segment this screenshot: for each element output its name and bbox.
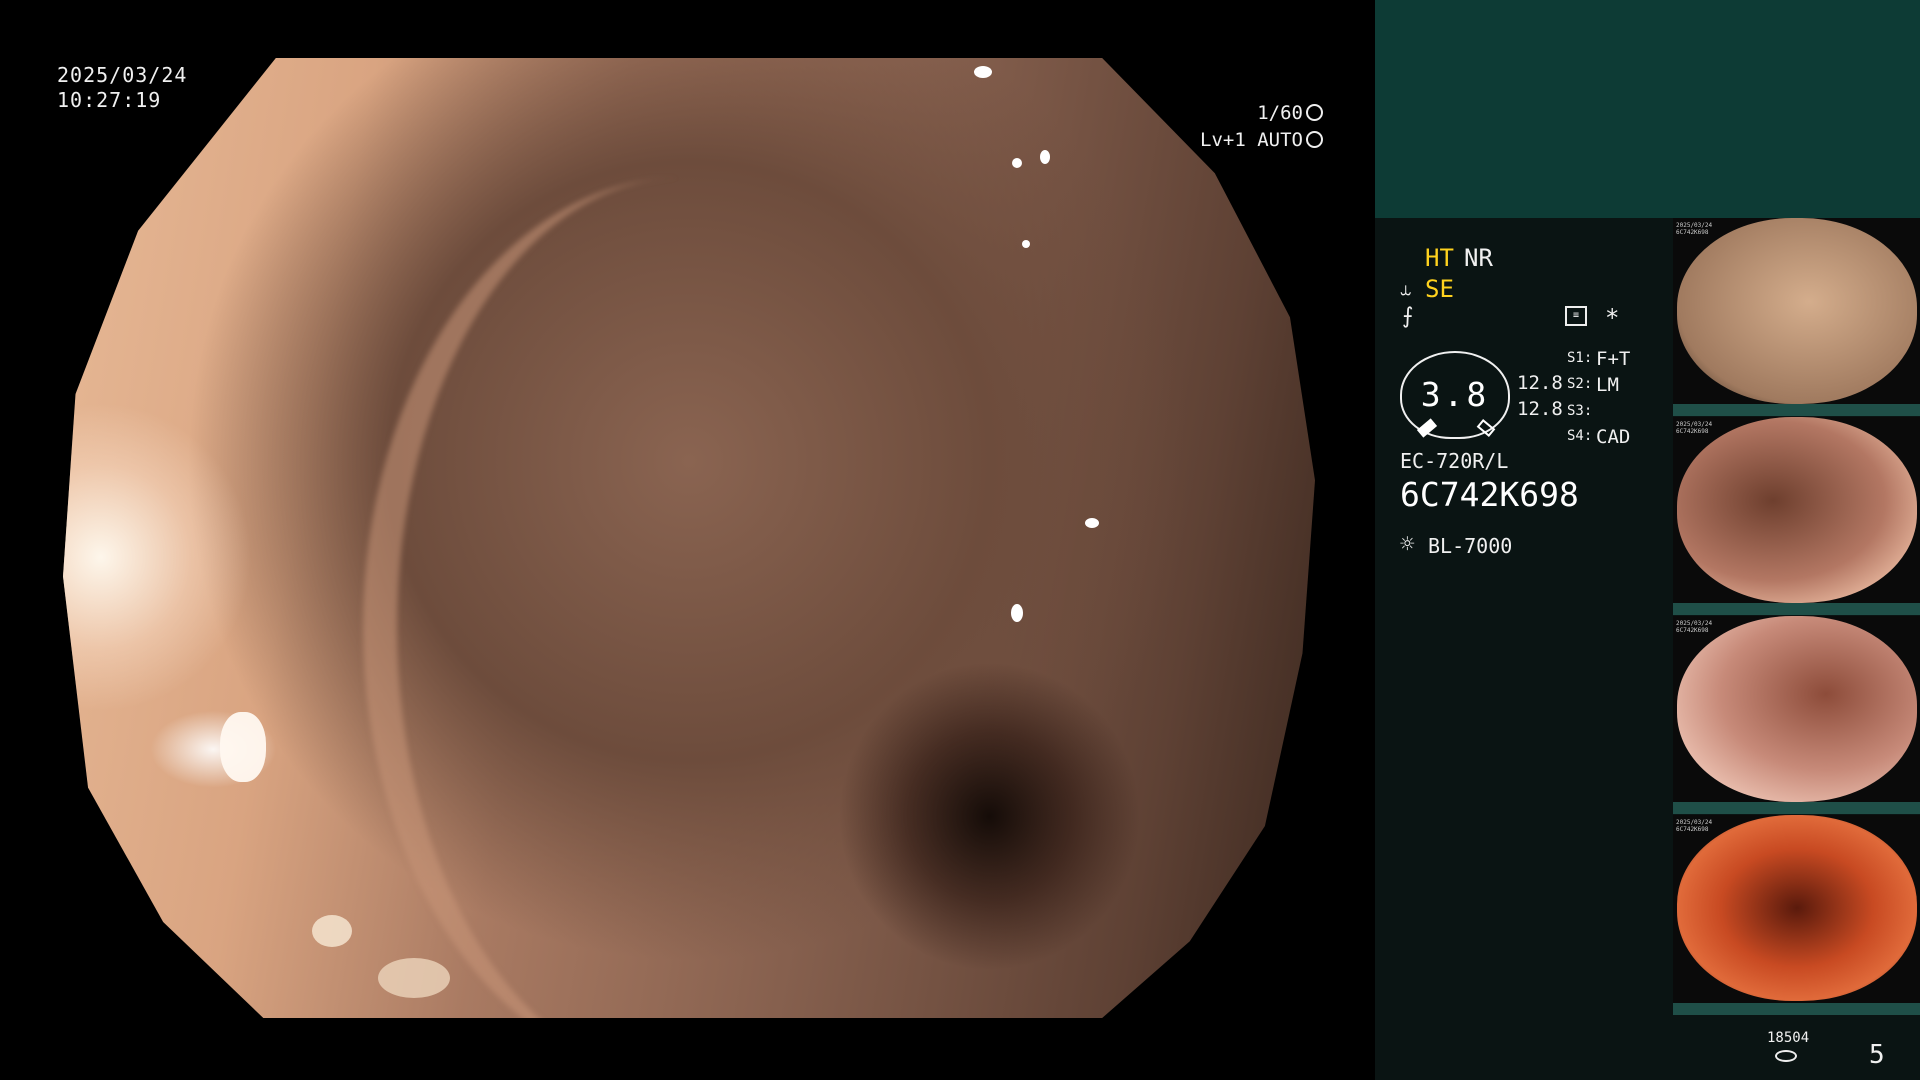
nr-indicator: NR bbox=[1464, 244, 1493, 272]
shutter-icon bbox=[1306, 104, 1323, 121]
shutter-speed: 1/60 bbox=[1257, 102, 1303, 124]
exposure-info: 1/60 Lv+1 AUTO bbox=[1200, 100, 1323, 154]
scope-model: EC-720R/L bbox=[1400, 449, 1509, 473]
endoscope-view: 2025/03/24 10:27:19 1/60 Lv+1 AUTO bbox=[0, 0, 1375, 1080]
endoscopic-image bbox=[63, 58, 1315, 1018]
thumbnail-caption: 2025/03/24 6C742K698 bbox=[1676, 819, 1713, 833]
thumbnail-bar bbox=[1673, 404, 1920, 416]
s1-value: F+T bbox=[1596, 348, 1631, 370]
s1-label: S1: bbox=[1567, 350, 1593, 366]
thumbnail-bar bbox=[1673, 802, 1920, 814]
storage-counter: 18504 bbox=[1767, 1030, 1810, 1046]
value-top: 12.8 bbox=[1517, 372, 1563, 394]
value-bottom: 12.8 bbox=[1517, 398, 1563, 420]
gauge-right-marker bbox=[1476, 419, 1496, 437]
ht-indicator: HT bbox=[1425, 244, 1454, 272]
thumbnail-image bbox=[1677, 417, 1917, 603]
thumbnail-image bbox=[1677, 616, 1917, 802]
gauge-value: 3.8 bbox=[1420, 375, 1490, 414]
asterisk-icon: * bbox=[1605, 304, 1620, 332]
scope-serial: 6C742K698 bbox=[1400, 475, 1579, 514]
filter-icon: ⨍ bbox=[1402, 304, 1414, 329]
se-indicator: SE bbox=[1425, 275, 1454, 303]
storage-icon bbox=[1775, 1050, 1797, 1062]
specular-highlight bbox=[1011, 604, 1023, 622]
specular-highlight bbox=[974, 66, 992, 78]
specular-highlight bbox=[220, 712, 266, 782]
s3-label: S3: bbox=[1567, 403, 1593, 419]
thumbnail-image bbox=[1677, 815, 1917, 1001]
s4-value: CAD bbox=[1596, 426, 1631, 448]
zoom-gauge: 3.8 bbox=[1400, 351, 1510, 439]
thumbnail-bar bbox=[1673, 1003, 1920, 1015]
mucosal-fold bbox=[363, 178, 997, 1018]
s2-value: LM bbox=[1596, 374, 1619, 396]
s2-label: S2: bbox=[1567, 376, 1593, 392]
enhance-icon: ⥿ bbox=[1400, 276, 1412, 300]
thumbnail-image bbox=[1677, 218, 1917, 404]
thumbnail-caption: 2025/03/24 6C742K698 bbox=[1676, 620, 1713, 634]
specular-highlight bbox=[1040, 150, 1050, 164]
specular-highlight bbox=[1085, 518, 1099, 528]
thumbnail-2[interactable]: 2025/03/24 6C742K698 bbox=[1673, 417, 1920, 615]
specular-highlight bbox=[1022, 240, 1030, 248]
settings-icon: ≡ bbox=[1565, 306, 1587, 326]
light-source: BL-7000 bbox=[1428, 534, 1513, 558]
auto-icon bbox=[1306, 131, 1323, 148]
brightness-level: Lv+1 bbox=[1200, 129, 1246, 151]
mucosal-bubble bbox=[312, 915, 352, 947]
time-label: 10:27:19 bbox=[57, 88, 162, 112]
thumbnail-caption: 2025/03/24 6C742K698 bbox=[1676, 222, 1713, 236]
thumbnail-bar bbox=[1673, 603, 1920, 615]
mucosal-bubble bbox=[378, 958, 450, 998]
thumbnail-1[interactable]: 2025/03/24 6C742K698 bbox=[1673, 218, 1920, 416]
timestamp: 2025/03/24 10:27:19 bbox=[57, 63, 187, 113]
light-icon: ☼ bbox=[1400, 530, 1415, 558]
panel-header bbox=[1375, 0, 1920, 218]
capture-count: 5 bbox=[1869, 1040, 1885, 1070]
s4-label: S4: bbox=[1567, 428, 1593, 444]
gauge-left-marker bbox=[1416, 418, 1438, 438]
thumbnail-caption: 2025/03/24 6C742K698 bbox=[1676, 421, 1713, 435]
thumbnail-4[interactable]: 2025/03/24 6C742K698 bbox=[1673, 815, 1920, 1015]
specular-highlight bbox=[1012, 158, 1022, 168]
exposure-mode: AUTO bbox=[1257, 129, 1303, 151]
thumbnail-3[interactable]: 2025/03/24 6C742K698 bbox=[1673, 616, 1920, 814]
date-label: 2025/03/24 bbox=[57, 63, 188, 87]
